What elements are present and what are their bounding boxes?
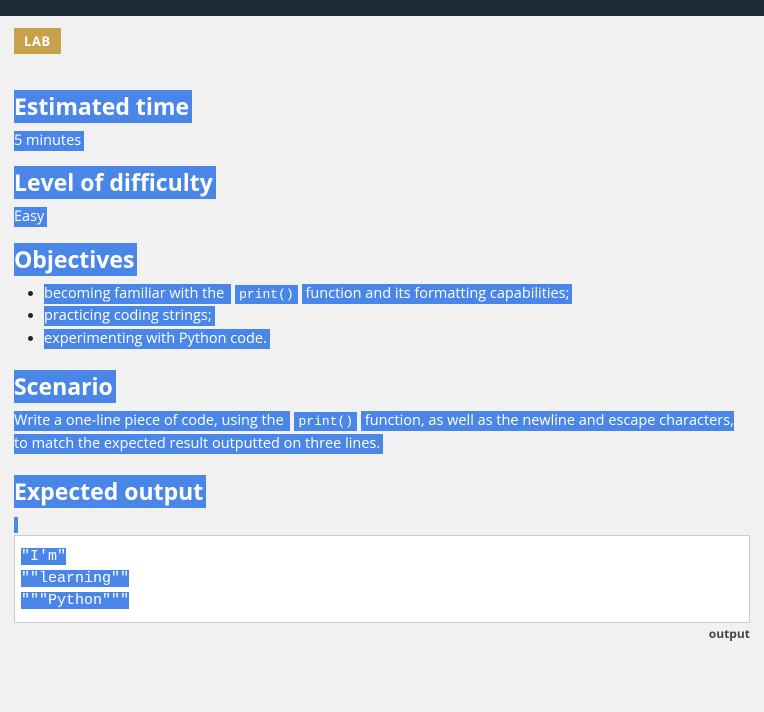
output-label: output [14, 625, 750, 642]
heading-text: Estimated time [14, 90, 192, 123]
list-item: becoming familiar with the print() funct… [44, 283, 750, 305]
heading-difficulty: Level of difficulty [14, 166, 750, 198]
heading-text: Objectives [14, 243, 137, 276]
heading-scenario: Scenario [14, 370, 750, 402]
list-item: experimenting with Python code. [44, 328, 750, 350]
list-item: practicing coding strings; [44, 305, 750, 327]
heading-expected-output: Expected output [14, 475, 750, 507]
difficulty-value-line: Easy [14, 206, 750, 228]
difficulty-value: Easy [14, 207, 47, 227]
objective-text-pre: becoming familiar with the [44, 284, 231, 304]
output-line: "I'm" [21, 548, 66, 565]
output-line: """Python""" [21, 592, 129, 609]
heading-estimated-time: Estimated time [14, 90, 750, 122]
code-print: print() [294, 412, 357, 431]
objective-text: practicing coding strings; [44, 306, 215, 326]
objective-text-post: function and its formatting capabilities… [302, 284, 573, 304]
objective-text: experimenting with Python code. [44, 329, 270, 349]
objectives-list: becoming familiar with the print() funct… [14, 283, 750, 350]
code-print: print() [235, 285, 298, 304]
expected-output-box: "I'm" ""learning"" """Python""" [14, 535, 750, 622]
heading-text: Expected output [14, 475, 206, 508]
expected-precursor [14, 513, 750, 535]
heading-text: Level of difficulty [14, 166, 216, 199]
heading-objectives: Objectives [14, 243, 750, 275]
page-content: LAB Estimated time 5 minutes Level of di… [0, 16, 764, 682]
lab-badge-text: LAB [24, 32, 51, 50]
lab-badge: LAB [14, 28, 61, 54]
scenario-paragraph: Write a one-line piece of code, using th… [14, 410, 750, 455]
top-bar [0, 0, 764, 16]
output-line: ""learning"" [21, 570, 129, 587]
estimated-time-value-line: 5 minutes [14, 130, 750, 152]
scenario-text-pre: Write a one-line piece of code, using th… [14, 411, 290, 431]
estimated-time-value: 5 minutes [14, 131, 84, 151]
heading-text: Scenario [14, 370, 116, 403]
